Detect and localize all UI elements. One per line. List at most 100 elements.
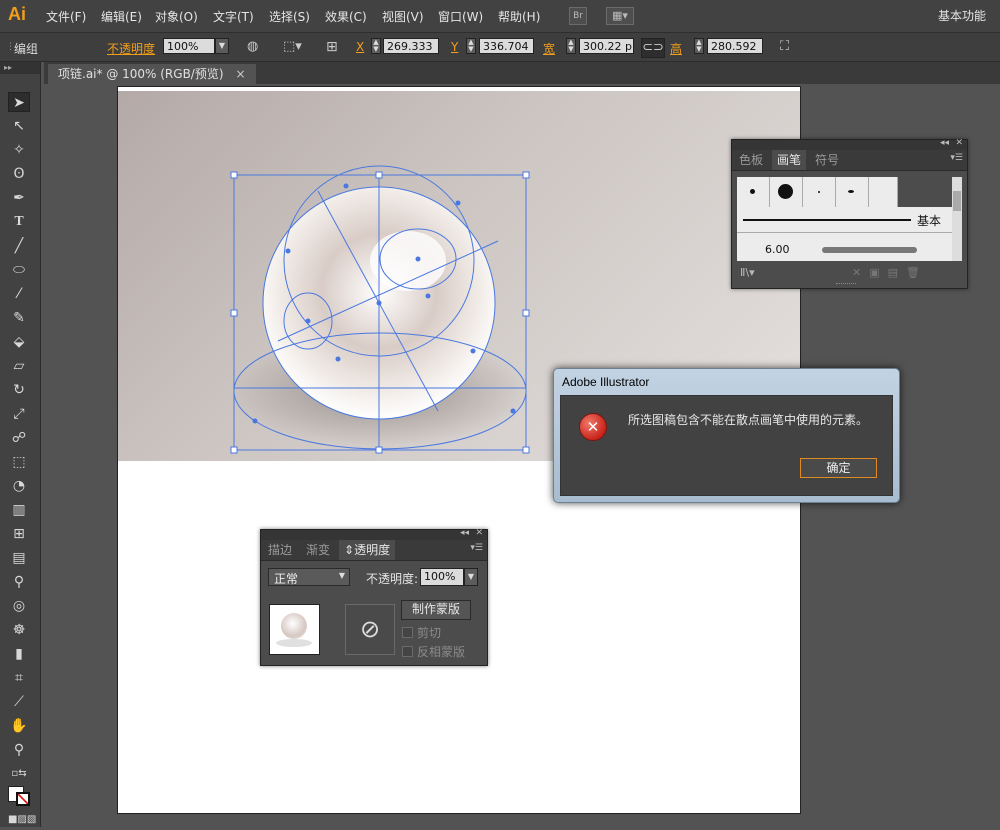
shape-builder-tool-icon[interactable]: ◔ — [8, 476, 30, 496]
tab-symbols[interactable]: 符号 — [810, 150, 844, 170]
transparency-panel-menu-icon[interactable]: ▾☰ — [470, 543, 483, 553]
reference-point-icon[interactable]: ⊞ — [326, 38, 338, 56]
symbol-sprayer-tool-icon[interactable]: ☸ — [8, 620, 30, 640]
free-transform-tool-icon[interactable]: ⬚ — [8, 452, 30, 472]
stroke-swatch-icon[interactable] — [16, 792, 30, 806]
x-field[interactable]: 269.333 — [383, 38, 439, 54]
brush-list-scrollbar[interactable] — [952, 177, 962, 261]
document-close-icon[interactable]: × — [236, 67, 246, 81]
document-tab[interactable]: 项链.ai* @ 100% (RGB/预览) × — [48, 64, 256, 84]
column-graph-tool-icon[interactable]: ▮ — [8, 644, 30, 664]
warp-tool-icon[interactable]: ☍ — [8, 428, 30, 448]
menu-type[interactable]: 文字(T) — [213, 8, 254, 25]
menu-edit[interactable]: 编辑(E) — [101, 8, 142, 25]
height-field[interactable]: 280.592 — [707, 38, 763, 54]
height-stepper[interactable]: ▲ ▼ — [694, 38, 704, 54]
color-mode-icon[interactable]: ■▨▧ — [8, 810, 36, 830]
x-stepper[interactable]: ▲ ▼ — [371, 38, 381, 54]
brush-library-icon[interactable]: Ⅱ\▾ — [740, 266, 755, 279]
recolor-icon[interactable]: ◍ — [247, 38, 258, 56]
menu-help[interactable]: 帮助(H) — [498, 8, 540, 25]
zoom-tool-icon[interactable]: ⚲ — [8, 740, 30, 760]
eyedropper-tool-icon[interactable]: ⚲ — [8, 572, 30, 592]
transparency-opacity-field[interactable]: 100% — [420, 568, 464, 586]
menu-file[interactable]: 文件(F) — [46, 8, 86, 25]
rotate-tool-icon[interactable]: ↻ — [8, 380, 30, 400]
make-mask-button[interactable]: 制作蒙版 — [401, 600, 471, 620]
opacity-field[interactable]: 100% — [163, 38, 215, 54]
transparency-opacity-dropdown-icon[interactable]: ▼ — [464, 568, 478, 586]
opacity-dropdown-icon[interactable]: ▼ — [215, 38, 229, 54]
y-stepper[interactable]: ▲ ▼ — [466, 38, 476, 54]
menu-effect[interactable]: 效果(C) — [325, 8, 367, 25]
scale-tool-icon[interactable]: ⤢ — [8, 404, 30, 424]
hand-tool-icon[interactable]: ✋ — [8, 716, 30, 736]
brush-panel-close-icon[interactable]: ✕ — [955, 138, 963, 148]
brush-panel-grip-icon[interactable] — [836, 283, 856, 286]
pencil-tool-icon[interactable]: ✎ — [8, 308, 30, 328]
tab-transparency[interactable]: ⇕透明度 — [339, 540, 396, 560]
lasso-tool-icon[interactable]: ʘ — [8, 164, 30, 184]
artboard-tool-icon[interactable]: ⌗ — [8, 668, 30, 688]
width-label[interactable]: 宽 — [543, 40, 555, 57]
y-label[interactable]: Y — [451, 40, 458, 54]
line-tool-icon[interactable]: ╱ — [8, 236, 30, 256]
blend-mode-select[interactable]: 正常 ▼ — [268, 568, 350, 586]
transparency-panel-collapse-icon[interactable]: ◂◂ — [460, 528, 469, 538]
align-icon[interactable]: ⬚▾ — [283, 38, 302, 56]
tab-gradient[interactable]: 渐变 — [301, 540, 335, 560]
x-label[interactable]: X — [356, 40, 364, 54]
mask-none-icon[interactable]: ⊘ — [345, 604, 395, 655]
brush-empty-slot[interactable] — [869, 177, 898, 207]
menu-select[interactable]: 选择(S) — [269, 8, 310, 25]
transparency-panel-close-icon[interactable]: ✕ — [475, 528, 483, 538]
brush-stroke-small[interactable] — [836, 177, 869, 207]
slice-tool-icon[interactable]: ⟋ — [8, 692, 30, 712]
y-field[interactable]: 336.704 — [479, 38, 534, 54]
tab-stroke[interactable]: 描边 — [263, 540, 297, 560]
width-stepper[interactable]: ▲ ▼ — [566, 38, 576, 54]
menu-object[interactable]: 对象(O) — [155, 8, 198, 25]
brush-basic-row[interactable]: 基本 — [737, 208, 952, 233]
blob-brush-tool-icon[interactable]: ⬙ — [8, 332, 30, 352]
direct-selection-tool-icon[interactable]: ↖ — [8, 116, 30, 136]
brush-panel-menu-icon[interactable]: ▾☰ — [950, 153, 963, 163]
perspective-grid-tool-icon[interactable]: ▥ — [8, 500, 30, 520]
brush-actions-icon[interactable]: ✕▣▤🗑 — [852, 266, 928, 279]
type-tool-icon[interactable]: T — [8, 212, 30, 232]
tab-brushes[interactable]: 画笔 — [772, 150, 807, 170]
paintbrush-tool-icon[interactable]: ⁄ — [8, 284, 30, 304]
brush-dot-small[interactable] — [737, 177, 770, 207]
gradient-tool-icon[interactable]: ▤ — [8, 548, 30, 568]
brush-art-row[interactable]: 6.00 — [737, 233, 952, 261]
bridge-button[interactable]: Br — [569, 7, 587, 25]
ellipse-tool-icon[interactable]: ⬭ — [8, 260, 30, 280]
brush-list[interactable]: 基本 6.00 — [737, 177, 952, 261]
width-field[interactable]: 300.22 p — [579, 38, 634, 54]
arrange-documents-icon[interactable]: ▦▾ — [606, 7, 634, 25]
menu-window[interactable]: 窗口(W) — [438, 8, 483, 25]
tools-collapse-icon[interactable]: ▸▸ — [0, 62, 40, 74]
selection-tool-icon[interactable]: ➤ — [8, 92, 30, 112]
blend-tool-icon[interactable]: ◎ — [8, 596, 30, 616]
workspace-switcher[interactable]: 基本功能 — [938, 7, 986, 24]
ok-button[interactable]: 确定 — [800, 458, 877, 478]
invert-mask-checkbox[interactable] — [402, 646, 413, 657]
brush-dot-large[interactable] — [770, 177, 803, 207]
artwork-thumbnail[interactable] — [269, 604, 320, 655]
menu-view[interactable]: 视图(V) — [382, 8, 424, 25]
pen-tool-icon[interactable]: ✒ — [8, 188, 30, 208]
tab-swatches[interactable]: 色板 — [734, 150, 768, 170]
clip-checkbox[interactable] — [402, 627, 413, 638]
transform-icon[interactable]: ⛶ — [780, 38, 789, 56]
height-label[interactable]: 高 — [670, 40, 682, 57]
opacity-label[interactable]: 不透明度 — [107, 40, 155, 57]
default-colors-icon[interactable]: ▫⇆ — [8, 764, 30, 784]
eraser-tool-icon[interactable]: ▱ — [8, 356, 30, 376]
brush-dot-tiny[interactable] — [803, 177, 836, 207]
mesh-tool-icon[interactable]: ⊞ — [8, 524, 30, 544]
tools-panel: ▸▸ ➤ ↖ ✧ ʘ ✒ T ╱ ⬭ ⁄ ✎ ⬙ ▱ ↻ ⤢ ☍ ⬚ ◔ ▥ ⊞… — [0, 62, 41, 827]
brush-panel-collapse-icon[interactable]: ◂◂ — [940, 138, 949, 148]
magic-wand-tool-icon[interactable]: ✧ — [8, 140, 30, 160]
constrain-proportions-icon[interactable]: ⊂⊃ — [641, 38, 665, 58]
